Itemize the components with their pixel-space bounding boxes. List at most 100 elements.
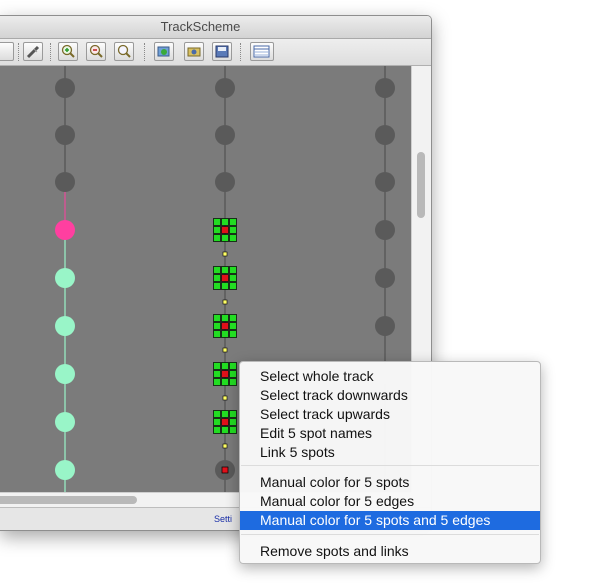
- zoom-in-button[interactable]: [58, 42, 78, 61]
- menu-item-select-track-upwards[interactable]: Select track upwards: [240, 405, 540, 424]
- export-button[interactable]: [212, 42, 232, 61]
- spot[interactable]: [375, 78, 395, 98]
- display-settings-button[interactable]: [250, 42, 274, 61]
- selection-handle[interactable]: [213, 426, 221, 434]
- horizontal-scroll-thumb[interactable]: [0, 496, 137, 504]
- spot[interactable]: [55, 364, 75, 384]
- selection-handle[interactable]: [213, 226, 221, 234]
- selection-handle[interactable]: [229, 330, 237, 338]
- pen-icon: [26, 45, 40, 59]
- style-button[interactable]: [23, 42, 43, 61]
- capture-button[interactable]: [184, 42, 204, 61]
- selection-handle[interactable]: [229, 274, 237, 282]
- spot[interactable]: [55, 412, 75, 432]
- menu-separator: [241, 534, 539, 535]
- selection-handle[interactable]: [229, 418, 237, 426]
- selection-handle[interactable]: [213, 362, 221, 370]
- selection-handle[interactable]: [213, 322, 221, 330]
- spot[interactable]: [215, 172, 235, 192]
- selection-handle[interactable]: [213, 410, 221, 418]
- spot[interactable]: [375, 220, 395, 240]
- spot[interactable]: [215, 125, 235, 145]
- selection-handle[interactable]: [221, 314, 229, 322]
- selected-edge-handle[interactable]: [222, 251, 228, 257]
- menu-separator: [241, 465, 539, 466]
- selection-handle[interactable]: [229, 378, 237, 386]
- selection-handle[interactable]: [221, 218, 229, 226]
- selection-handle[interactable]: [229, 218, 237, 226]
- selection-handle[interactable]: [229, 410, 237, 418]
- selection-handle[interactable]: [229, 370, 237, 378]
- spot[interactable]: [215, 78, 235, 98]
- selected-spot-core[interactable]: [221, 370, 229, 378]
- menu-item-color-edges[interactable]: Manual color for 5 edges: [240, 492, 540, 511]
- selection-handle[interactable]: [229, 322, 237, 330]
- selection-handle[interactable]: [221, 234, 229, 242]
- selection-handle[interactable]: [221, 378, 229, 386]
- menu-item-remove-spots-and-links[interactable]: Remove spots and links: [240, 542, 540, 561]
- zoom-out-icon: [89, 44, 103, 58]
- refresh-button[interactable]: [154, 42, 174, 61]
- selection-handle[interactable]: [213, 266, 221, 274]
- selection-handle[interactable]: [221, 426, 229, 434]
- selection-handle[interactable]: [229, 362, 237, 370]
- selected-edge-handle[interactable]: [222, 443, 228, 449]
- selection-handle[interactable]: [213, 370, 221, 378]
- selection-handle[interactable]: [229, 282, 237, 290]
- selection-handle[interactable]: [213, 330, 221, 338]
- selection-handle[interactable]: [221, 362, 229, 370]
- menu-item-link-spots[interactable]: Link 5 spots: [240, 443, 540, 462]
- selection-handle[interactable]: [213, 218, 221, 226]
- selection-handle[interactable]: [213, 314, 221, 322]
- selection-handle[interactable]: [213, 234, 221, 242]
- selection-handle[interactable]: [213, 378, 221, 386]
- selected-spot-core[interactable]: [221, 322, 229, 330]
- button-icon: [0, 44, 12, 59]
- selection-handle[interactable]: [229, 234, 237, 242]
- selection-handle[interactable]: [221, 282, 229, 290]
- menu-item-select-track-downwards[interactable]: Select track downwards: [240, 386, 540, 405]
- vertical-scroll-thumb[interactable]: [417, 152, 425, 218]
- selection-handle[interactable]: [229, 426, 237, 434]
- spot[interactable]: [55, 125, 75, 145]
- settings-link[interactable]: Setti: [214, 514, 232, 524]
- selected-spot-core[interactable]: [221, 466, 229, 474]
- title-bar[interactable]: TrackScheme: [0, 16, 431, 39]
- toolbar: [0, 39, 431, 66]
- selection-handle[interactable]: [229, 266, 237, 274]
- spot[interactable]: [55, 460, 75, 480]
- spot[interactable]: [375, 172, 395, 192]
- spot[interactable]: [55, 268, 75, 288]
- spot[interactable]: [55, 220, 75, 240]
- selected-edge-handle[interactable]: [222, 347, 228, 353]
- menu-item-select-whole-track[interactable]: Select whole track: [240, 367, 540, 386]
- selected-spot-core[interactable]: [221, 418, 229, 426]
- spot[interactable]: [375, 268, 395, 288]
- selection-handle[interactable]: [221, 410, 229, 418]
- spot[interactable]: [375, 316, 395, 336]
- selected-spot-core[interactable]: [221, 274, 229, 282]
- selection-handle[interactable]: [229, 226, 237, 234]
- zoom-out-button[interactable]: [86, 42, 106, 61]
- partial-left-button[interactable]: [0, 42, 14, 61]
- save-icon: [215, 45, 229, 58]
- selected-edge-handle[interactable]: [222, 395, 228, 401]
- menu-item-color-spots-and-edges[interactable]: Manual color for 5 spots and 5 edges: [240, 511, 540, 530]
- selection-handle[interactable]: [229, 314, 237, 322]
- selection-handle[interactable]: [221, 266, 229, 274]
- selection-handle[interactable]: [213, 274, 221, 282]
- selection-handle[interactable]: [221, 330, 229, 338]
- selected-edge-handle[interactable]: [222, 299, 228, 305]
- selected-spot-core[interactable]: [221, 226, 229, 234]
- table-icon: [253, 45, 270, 58]
- selection-handle[interactable]: [213, 418, 221, 426]
- menu-item-edit-spot-names[interactable]: Edit 5 spot names: [240, 424, 540, 443]
- spot[interactable]: [55, 172, 75, 192]
- spot[interactable]: [375, 125, 395, 145]
- menu-item-color-spots[interactable]: Manual color for 5 spots: [240, 473, 540, 492]
- spot[interactable]: [55, 316, 75, 336]
- spot[interactable]: [55, 78, 75, 98]
- refresh-icon: [157, 46, 170, 57]
- selection-handle[interactable]: [213, 282, 221, 290]
- zoom-fit-button[interactable]: [114, 42, 134, 61]
